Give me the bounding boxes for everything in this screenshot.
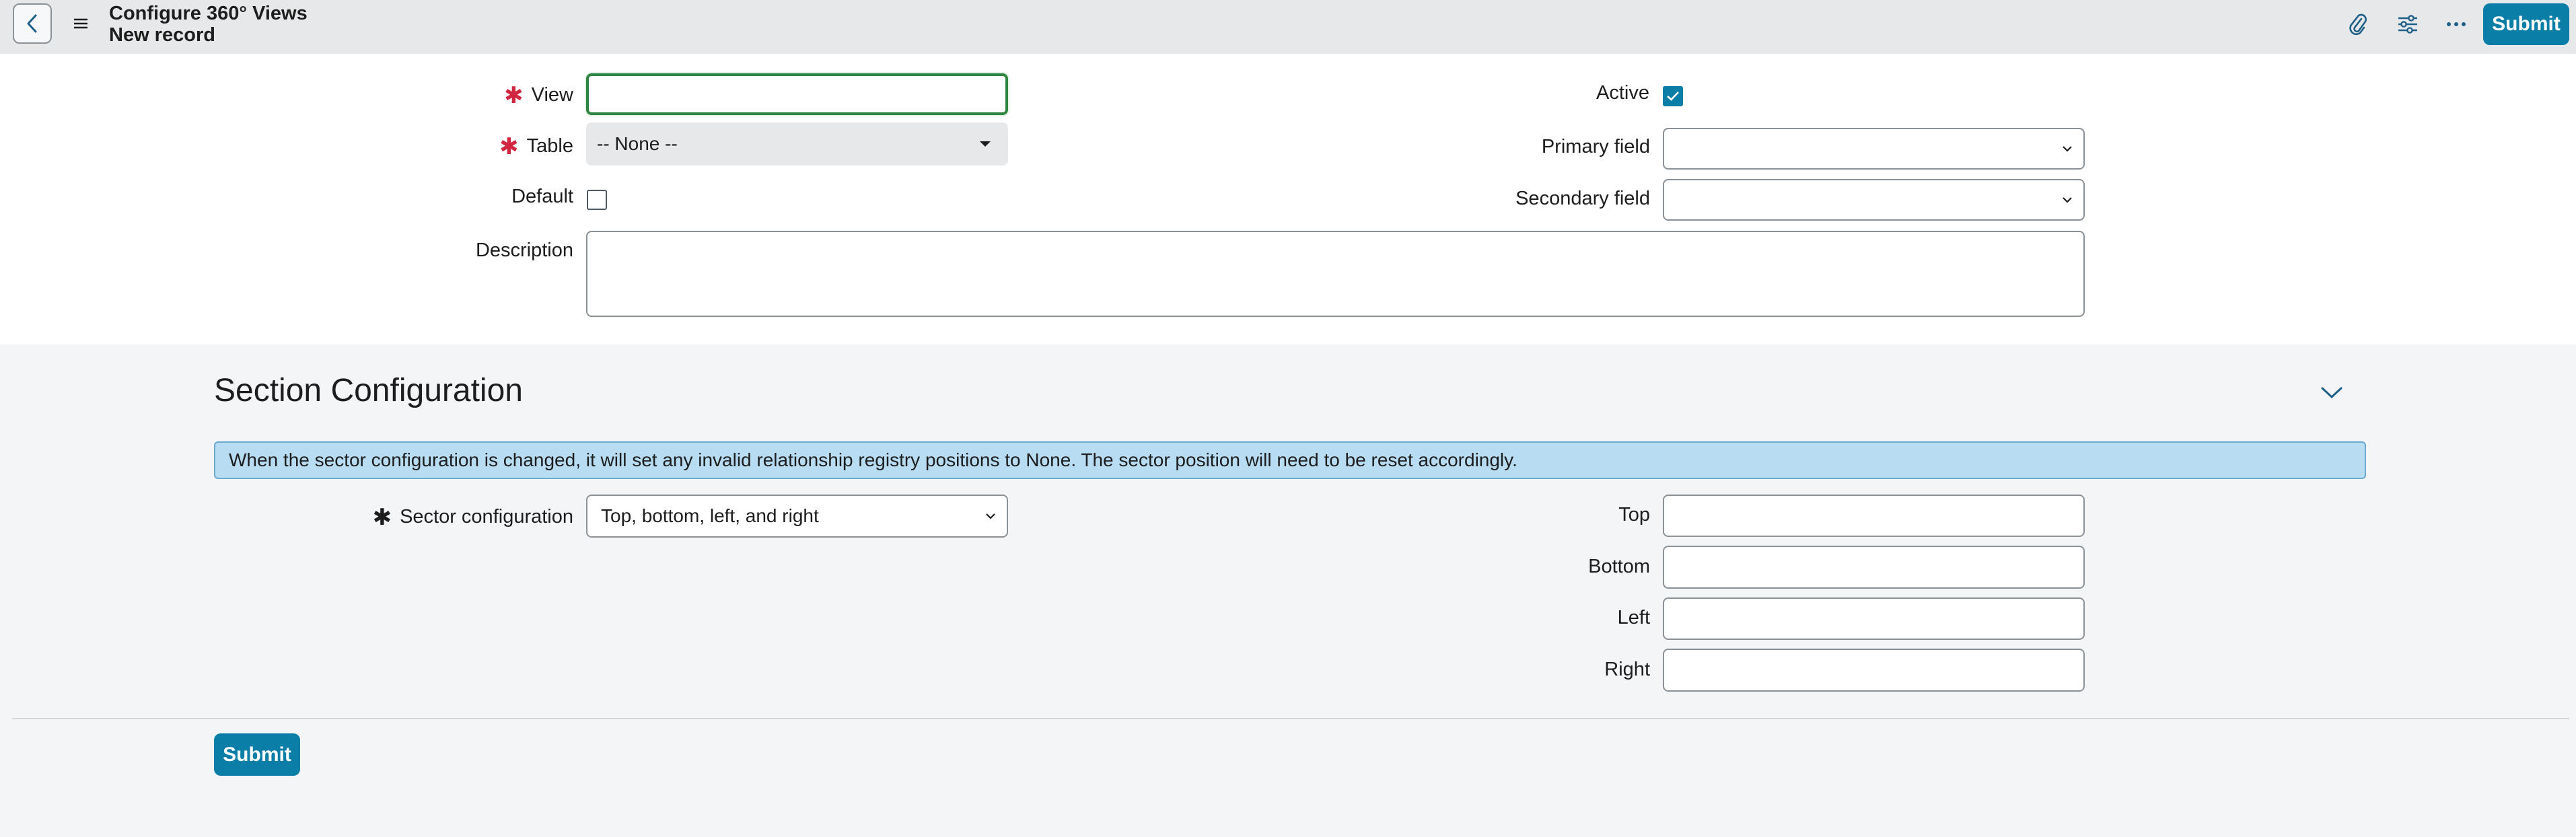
required-icon: ✱ [499,134,519,159]
paperclip-icon [2349,13,2367,36]
top-label: Top [1618,504,1650,525]
right-input[interactable] [1663,649,2085,692]
table-label: Table [526,135,573,157]
section-title: Section Configuration [214,373,523,408]
sector-config-select[interactable]: Top, bottom, left, and right [586,495,1008,538]
top-input[interactable] [1663,495,2085,537]
chevron-left-icon [27,14,37,33]
sector-config-value: Top, bottom, left, and right [601,505,819,526]
more-icon [2447,22,2466,26]
hamburger-icon [74,18,87,29]
personalize-button[interactable] [2394,11,2421,38]
left-input[interactable] [1663,597,2085,640]
footer-submit-button[interactable]: Submit [214,733,300,776]
checkmark-icon [1667,92,1679,101]
view-label: View [531,84,573,106]
table-label-wrap: ✱ Table [499,133,573,160]
sector-config-label-wrap: ✱ Sector configuration [373,504,573,531]
more-options-button[interactable] [2443,11,2470,38]
secondary-field-select[interactable] [1663,179,2085,221]
description-label: Description [475,240,573,261]
active-checkbox[interactable] [1663,86,1683,106]
default-label: Default [511,186,573,207]
chevron-down-icon [2063,197,2072,203]
bottom-label: Bottom [1588,556,1650,577]
description-textarea[interactable] [586,231,2085,317]
attachment-button[interactable] [2345,11,2371,38]
chevron-down-icon [2063,146,2072,152]
required-icon: ✱ [372,505,392,530]
menu-button[interactable] [69,13,93,34]
page-title-block: Configure 360° Views New record [109,3,308,46]
header-submit-button[interactable]: Submit [2483,3,2569,45]
left-label: Left [1617,607,1650,628]
divider [12,718,2569,719]
view-label-wrap: ✱ View [504,82,573,109]
record-form: ✱ View ✱ Table -- None -- Default Descript… [0,54,2576,344]
app-header: Configure 360° Views New record Submit [0,0,2576,54]
page-title: Configure 360° Views [109,3,308,24]
table-select-value: -- None -- [597,133,678,154]
right-label: Right [1604,659,1650,680]
info-message: When the sector configuration is changed… [214,441,2366,479]
active-label: Active [1596,82,1649,104]
sliders-icon [2398,15,2417,34]
view-input[interactable] [586,73,1008,115]
back-button[interactable] [13,3,52,44]
primary-field-label: Primary field [1541,136,1650,157]
chevron-down-icon [986,513,995,519]
bottom-input[interactable] [1663,546,2085,589]
page-subtitle: New record [109,24,215,46]
required-icon: ✱ [504,83,524,108]
secondary-field-label: Secondary field [1515,188,1650,209]
default-checkbox[interactable] [587,190,607,210]
collapse-section-chevron-icon[interactable] [2318,383,2346,402]
caret-down-icon [980,141,991,147]
primary-field-select[interactable] [1663,128,2085,170]
table-select[interactable]: -- None -- [586,122,1008,166]
sector-config-label: Sector configuration [400,506,573,527]
